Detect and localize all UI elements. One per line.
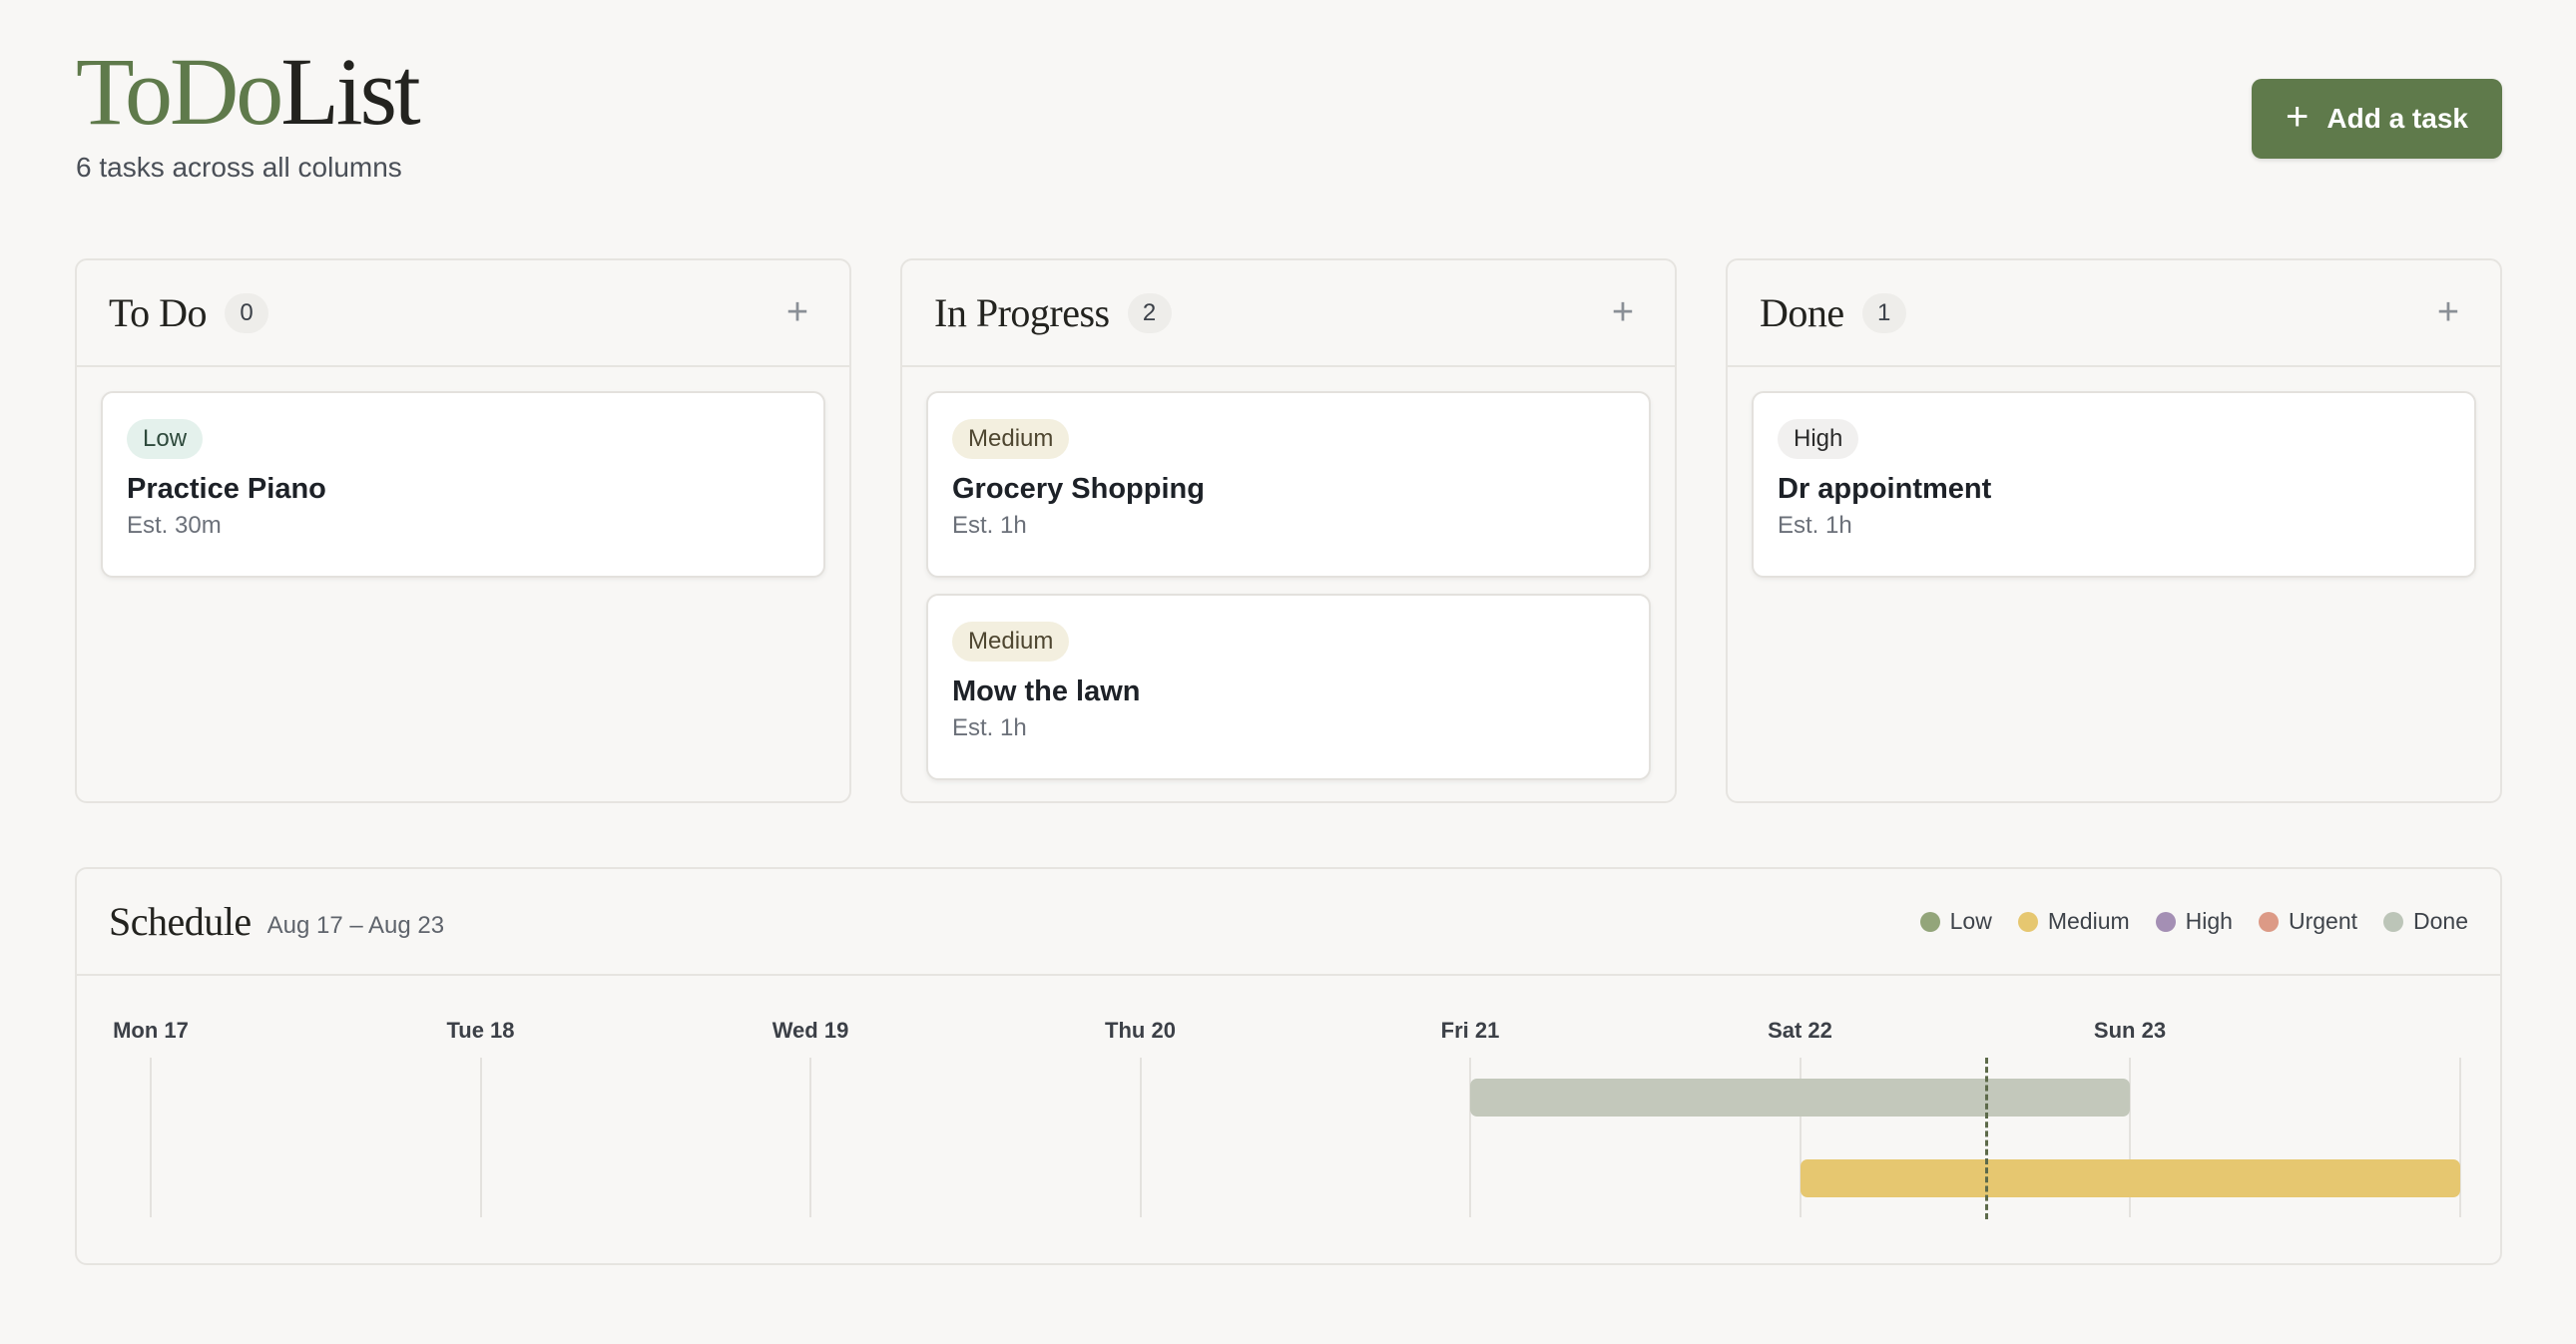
day-label: Sun 23	[2093, 1018, 2167, 1043]
schedule-legend: Low Medium High Urgent Done	[1919, 908, 2468, 935]
count-badge: 1	[1861, 292, 1906, 333]
task-estimate: Est. 30m	[127, 512, 222, 539]
task-title: Practice Piano	[127, 473, 326, 505]
column-done: Done 1 + High Dr appointment Est. 1h	[1726, 258, 2502, 803]
day-label: Mon 17	[113, 1018, 189, 1043]
schedule-bar[interactable]	[1470, 1079, 2130, 1117]
legend-item-urgent: Urgent	[2258, 908, 2358, 935]
task-card[interactable]: Low Practice Piano Est. 30m	[101, 391, 825, 578]
legend-item-high: High	[2155, 908, 2233, 935]
day-grid-line	[809, 1058, 811, 1217]
legend-label: Urgent	[2288, 908, 2358, 934]
schedule-title: Schedule	[109, 899, 252, 944]
legend-dot	[2383, 911, 2404, 932]
legend-label: Medium	[2047, 908, 2130, 934]
schedule-header: Schedule Aug 17 – Aug 23 Low Medium High Ur…	[77, 869, 2500, 976]
task-card[interactable]: Medium Mow the lawn Est. 1h	[926, 594, 1651, 780]
app-title-todo: ToDo	[76, 38, 283, 145]
legend-label: Low	[1949, 908, 1992, 934]
add-card-icon[interactable]: +	[777, 291, 817, 334]
day-label: Tue 18	[446, 1018, 515, 1043]
task-title: Mow the lawn	[952, 675, 1141, 707]
plus-icon: +	[2286, 95, 2310, 139]
column-header: To Do 0 +	[77, 260, 849, 367]
add-task-button[interactable]: + Add a task	[2252, 79, 2502, 159]
day-label: Sat 22	[1768, 1018, 1832, 1043]
count-badge: 2	[1127, 292, 1172, 333]
legend-dot	[2017, 911, 2038, 932]
task-card[interactable]: High Dr appointment Est. 1h	[1752, 391, 2476, 578]
task-estimate: Est. 1h	[1778, 512, 1852, 539]
app-title-list: List	[280, 38, 420, 145]
legend-label: Done	[2413, 908, 2468, 934]
column-title: In Progress	[934, 290, 1110, 335]
task-estimate: Est. 1h	[952, 512, 1027, 539]
priority-badge: Medium	[952, 419, 1070, 459]
current-time-marker	[1984, 1058, 1988, 1219]
legend-dot	[1919, 911, 1940, 932]
day-label: Thu 20	[1105, 1018, 1176, 1043]
legend-dot	[2258, 911, 2279, 932]
column-header: In Progress 2 +	[902, 260, 1675, 367]
schedule-panel: Schedule Aug 17 – Aug 23 Low Medium High Ur…	[75, 867, 2502, 1265]
priority-badge: High	[1778, 419, 1859, 459]
page-header: ToDoList 6 tasks across all columns	[76, 38, 421, 184]
count-badge: 0	[225, 292, 269, 333]
add-card-icon[interactable]: +	[2428, 291, 2468, 334]
schedule-range: Aug 17 – Aug 23	[266, 911, 445, 939]
priority-badge: Medium	[952, 622, 1070, 662]
task-estimate: Est. 1h	[952, 714, 1027, 741]
day-grid-line	[479, 1058, 482, 1217]
day-grid-line	[1139, 1058, 1142, 1217]
column-todo: To Do 0 + Low Practice Piano Est. 30m	[75, 258, 851, 803]
day-label: Fri 21	[1440, 1018, 1500, 1043]
legend-item-done: Done	[2383, 908, 2468, 935]
legend-label: High	[2185, 908, 2233, 934]
add-card-icon[interactable]: +	[1603, 291, 1643, 334]
column-in-progress: In Progress 2 + Medium Grocery Shopping …	[900, 258, 1677, 803]
task-title: Grocery Shopping	[952, 473, 1205, 505]
add-task-label: Add a task	[2326, 103, 2468, 134]
task-summary: 6 tasks across all columns	[76, 152, 402, 183]
column-title: Done	[1760, 290, 1844, 335]
column-header: Done 1 +	[1728, 260, 2500, 367]
schedule-bar[interactable]	[1800, 1159, 2460, 1197]
priority-badge: Low	[127, 419, 204, 459]
legend-dot	[2155, 911, 2176, 932]
legend-item-low: Low	[1919, 908, 1992, 935]
task-card[interactable]: Medium Grocery Shopping Est. 1h	[926, 391, 1651, 578]
legend-item-medium: Medium	[2017, 908, 2130, 935]
app-title: ToDoList	[76, 38, 421, 145]
column-title: To Do	[109, 290, 208, 335]
day-grid-line	[150, 1058, 152, 1217]
day-label: Wed 19	[772, 1018, 849, 1043]
task-title: Dr appointment	[1778, 473, 1992, 505]
